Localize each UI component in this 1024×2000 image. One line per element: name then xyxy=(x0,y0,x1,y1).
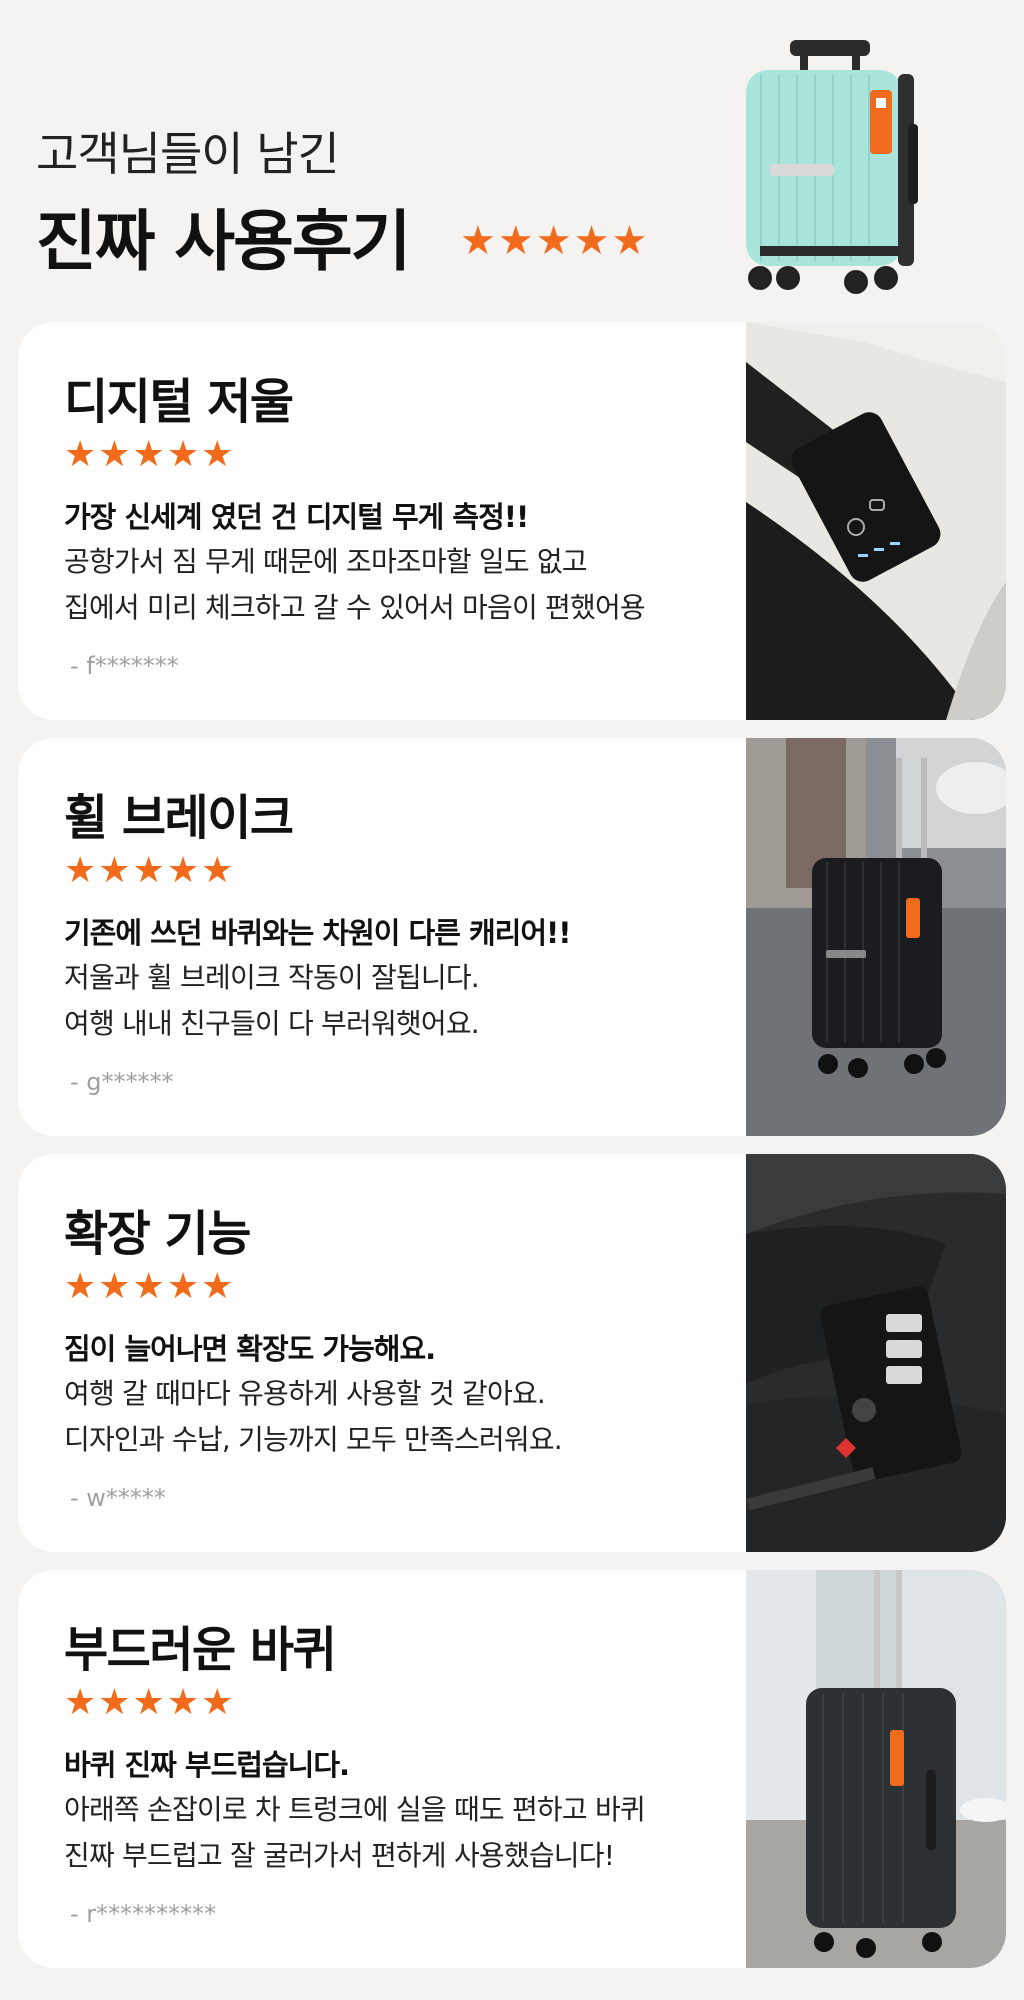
header-rating-stars: ★★★★★ xyxy=(460,218,650,264)
review-body-line: 집에서 미리 체크하고 갈 수 있어서 마음이 편했어용 xyxy=(64,591,646,624)
review-card-expansion: 확장 기능 ★★★★★ 짐이 늘어나면 확장도 가능해요. 여행 갈 때마다 유… xyxy=(18,1154,1006,1552)
review-author: - r********** xyxy=(70,1900,217,1928)
review-body-line: 여행 내내 친구들이 다 부러워햇어요. xyxy=(64,1007,480,1040)
review-rating-stars: ★★★★★ xyxy=(64,1682,236,1723)
review-rating-stars: ★★★★★ xyxy=(64,434,236,475)
review-body-line: 저울과 휠 브레이크 작동이 잘됩니다. xyxy=(64,961,480,994)
page-title: 진짜 사용후기 xyxy=(36,203,411,280)
review-author: - w***** xyxy=(70,1484,166,1512)
mint-suitcase-image xyxy=(730,34,930,304)
gray-suitcase-photo xyxy=(746,1570,1006,1968)
review-headline: 기존에 쓰던 바퀴와는 차원이 다른 캐리어!! xyxy=(64,916,571,950)
review-rating-stars: ★★★★★ xyxy=(64,1266,236,1307)
review-body-line: 디자인과 수납, 기능까지 모두 만족스러워요. xyxy=(64,1423,563,1456)
review-title: 디지털 저울 xyxy=(64,374,294,430)
review-body-line: 아래쪽 손잡이로 차 트렁크에 실을 때도 편하고 바퀴 xyxy=(64,1793,646,1826)
page-header: 고객님들이 남긴 진짜 사용후기 ★★★★★ xyxy=(0,0,1024,310)
review-title: 휠 브레이크 xyxy=(64,790,294,846)
black-suitcase-photo xyxy=(746,738,1006,1136)
header-subtitle: 고객님들이 남긴 xyxy=(36,127,340,181)
review-card-smooth-wheels: 부드러운 바퀴 ★★★★★ 바퀴 진짜 부드럽습니다. 아래쪽 손잡이로 차 트… xyxy=(18,1570,1006,1968)
review-body-line: 공항가서 짐 무게 때문에 조마조마할 일도 없고 xyxy=(64,545,588,578)
review-headline: 짐이 늘어나면 확장도 가능해요. xyxy=(64,1332,436,1366)
review-rating-stars: ★★★★★ xyxy=(64,850,236,891)
tsa-lock-photo xyxy=(746,1154,1006,1552)
review-author: - f******* xyxy=(70,652,179,680)
review-title: 부드러운 바퀴 xyxy=(64,1622,337,1678)
review-body-line: 진짜 부드럽고 잘 굴러가서 편하게 사용했습니다! xyxy=(64,1839,615,1872)
review-card-digital-scale: 디지털 저울 ★★★★★ 가장 신세계 였던 건 디지털 무게 측정!! 공항가… xyxy=(18,322,1006,720)
review-headline: 바퀴 진짜 부드럽습니다. xyxy=(64,1748,350,1782)
review-title: 확장 기능 xyxy=(64,1206,251,1262)
review-card-wheel-brake: 휠 브레이크 ★★★★★ 기존에 쓰던 바퀴와는 차원이 다른 캐리어!! 저울… xyxy=(18,738,1006,1136)
review-author: - g****** xyxy=(70,1068,174,1096)
review-headline: 가장 신세계 였던 건 디지털 무게 측정!! xyxy=(64,500,529,534)
review-body-line: 여행 갈 때마다 유용하게 사용할 것 같아요. xyxy=(64,1377,546,1410)
digital-scale-handle-photo xyxy=(746,322,1006,720)
